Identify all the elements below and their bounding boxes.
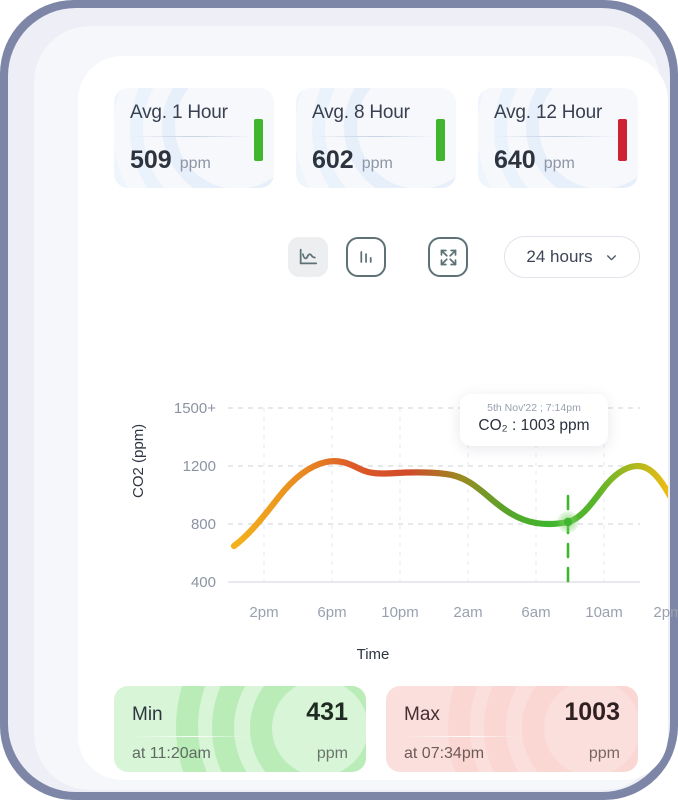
min-reading-card[interactable]: Min 431 at 11:20am ppm: [114, 686, 366, 772]
x-axis-tick: 2pm: [653, 604, 678, 621]
min-value: 431: [306, 698, 348, 726]
divider: [404, 736, 522, 737]
x-axis-tick: 6pm: [317, 604, 347, 621]
min-unit: ppm: [316, 745, 348, 762]
max-timestamp: at 07:34pm: [404, 745, 485, 762]
tooltip-timestamp: 5th Nov'22 ; 7:14pm: [487, 402, 581, 414]
co2-line-series: [230, 458, 668, 550]
tooltip-reading: CO₂ : 1003 ppm: [478, 417, 590, 434]
stat-card-avg-1-hour[interactable]: Avg. 1 Hour 509 ppm: [114, 88, 274, 188]
bar-chart-icon: [360, 251, 372, 263]
co2-chart: CO2 (ppm) 1500+ 1200 800 400 5th Nov'22 …: [78, 346, 678, 676]
average-stats-row: Avg. 1 Hour 509 ppm Avg. 8 Hour 602 ppm …: [114, 88, 638, 188]
chart-toolbar: 24 hours: [288, 236, 640, 278]
x-axis-title: Time: [356, 646, 390, 663]
stat-card-avg-12-hour[interactable]: Avg. 12 Hour 640 ppm: [478, 88, 638, 188]
stat-card-title: Avg. 12 Hour: [494, 102, 603, 123]
max-unit: ppm: [588, 745, 620, 762]
min-max-row: Min 431 at 11:20am ppm Max 1003 at 07:34…: [114, 686, 638, 772]
stat-card-unit: ppm: [543, 155, 575, 172]
marker-dot: [563, 517, 573, 527]
stat-card-value: 509: [130, 146, 172, 174]
divider: [132, 736, 250, 737]
status-badge: [618, 119, 627, 161]
stat-card-value: 640: [494, 146, 536, 174]
time-range-dropdown[interactable]: 24 hours: [504, 236, 640, 278]
device-frame-mid: Avg. 1 Hour 509 ppm Avg. 8 Hour 602 ppm …: [8, 8, 678, 792]
max-label: Max: [404, 704, 440, 725]
divider: [130, 136, 254, 137]
status-badge: [436, 119, 445, 161]
stat-card-title: Avg. 1 Hour: [130, 102, 228, 123]
device-frame-outer: Avg. 1 Hour 509 ppm Avg. 8 Hour 602 ppm …: [0, 0, 678, 800]
stat-card-avg-8-hour[interactable]: Avg. 8 Hour 602 ppm: [296, 88, 456, 188]
divider: [312, 136, 436, 137]
bar-chart-view-button[interactable]: [346, 237, 386, 277]
expand-icon: [440, 249, 456, 265]
line-chart-icon: [299, 248, 318, 265]
x-axis-tick: 6am: [521, 604, 551, 621]
x-axis-tick: 2pm: [249, 604, 279, 621]
stat-card-value: 602: [312, 146, 354, 174]
min-timestamp: at 11:20am: [132, 745, 211, 762]
x-axis-tick: 10pm: [381, 604, 419, 621]
max-value: 1003: [564, 698, 620, 726]
max-reading-card[interactable]: Max 1003 at 07:34pm ppm: [386, 686, 638, 772]
stat-card-unit: ppm: [361, 155, 393, 172]
x-axis-tick: 10am: [585, 604, 623, 621]
expand-chart-button[interactable]: [428, 237, 468, 277]
stat-card-title: Avg. 8 Hour: [312, 102, 410, 123]
chevron-down-icon[interactable]: [605, 251, 618, 264]
device-frame-inner: Avg. 1 Hour 509 ppm Avg. 8 Hour 602 ppm …: [34, 26, 678, 790]
dashboard-panel: Avg. 1 Hour 509 ppm Avg. 8 Hour 602 ppm …: [78, 56, 678, 780]
divider: [494, 136, 618, 137]
min-label: Min: [132, 704, 163, 725]
line-chart-view-button[interactable]: [288, 237, 328, 277]
time-range-label: 24 hours: [526, 247, 593, 266]
chart-tooltip: 5th Nov'22 ; 7:14pm CO₂ : 1003 ppm: [460, 394, 608, 446]
stat-card-unit: ppm: [179, 155, 211, 172]
chart-plot-area: [228, 407, 668, 584]
status-badge: [254, 119, 263, 161]
x-axis-tick: 2am: [453, 604, 483, 621]
